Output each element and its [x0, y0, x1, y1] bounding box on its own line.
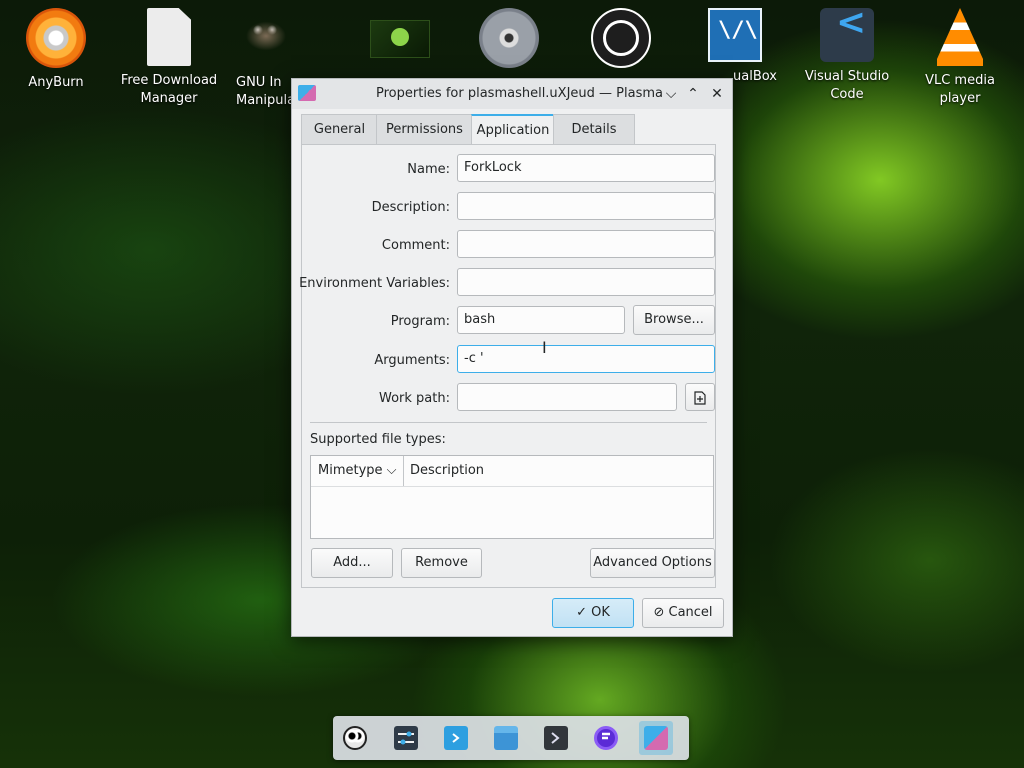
free-download-manager-icon [147, 8, 191, 66]
vlc-icon [937, 8, 983, 66]
obs-studio-icon [591, 8, 651, 68]
work-path-browse-button[interactable] [685, 383, 715, 411]
maximize-button[interactable]: ⌃ [684, 85, 702, 103]
close-button[interactable]: ✕ [708, 85, 726, 103]
arguments-label: Arguments: [374, 353, 450, 368]
desktop-icon-vlc[interactable]: VLC media player [904, 8, 1016, 108]
supported-file-types-label: Supported file types: [310, 432, 446, 447]
desktop-icon-vscode[interactable]: Visual StudioCode [791, 8, 903, 104]
environment-variables-label: Environment Variables: [299, 276, 450, 291]
file-types-table[interactable]: Mimetype ⌵ Description [310, 455, 714, 539]
taskbar-item-terminal[interactable] [539, 721, 573, 755]
desktop-icon-label: Free Download Manager [120, 73, 218, 106]
tab-application[interactable]: Application [471, 114, 555, 146]
discover-store-icon [444, 726, 468, 750]
name-field[interactable]: ForkLock [457, 154, 715, 182]
properties-dialog: Properties for plasmashell.uXJeud — Plas… [291, 78, 733, 637]
linux-mint-icon [370, 20, 430, 58]
browse-button[interactable]: Browse... [633, 305, 715, 335]
header-divider [311, 486, 713, 487]
column-header-mimetype[interactable]: Mimetype ⌵ [318, 456, 397, 486]
taskbar-item-system-settings[interactable] [389, 721, 423, 755]
desktop-icon-virtualbox[interactable]: ualBox [679, 8, 791, 86]
tab-general[interactable]: General [301, 114, 378, 144]
anyburn-icon [26, 8, 86, 68]
desktop-icon-free-download-manager[interactable]: Free Download Manager [113, 8, 225, 108]
desktop-icon-label: Visual Studio Code [804, 69, 890, 102]
plasma-properties-icon [644, 726, 668, 750]
tab-details[interactable]: Details [553, 114, 635, 144]
arguments-field[interactable]: -c ' [457, 345, 715, 373]
desktop-icon-linux-mint[interactable] [345, 8, 455, 64]
environment-variables-field[interactable] [457, 268, 715, 296]
vscode-icon [820, 8, 874, 62]
taskbar-item-discover[interactable] [439, 721, 473, 755]
plasma-app-icon [298, 85, 316, 101]
name-label: Name: [407, 162, 450, 177]
cancel-icon: ⊘ [653, 605, 665, 620]
desktop-icon-label: VLC media player [925, 73, 995, 106]
cancel-button[interactable]: ⊘ Cancel [642, 598, 724, 628]
taskbar-item-file-manager[interactable] [489, 721, 523, 755]
checkmark-icon: ✓ [576, 605, 587, 620]
taskbar-item-browser[interactable] [589, 721, 623, 755]
comment-label: Comment: [381, 238, 450, 253]
tab-bar: General Permissions Application Details [301, 114, 711, 146]
tab-permissions[interactable]: Permissions [376, 114, 473, 144]
dialog-titlebar[interactable]: Properties for plasmashell.uXJeud — Plas… [292, 79, 732, 109]
advanced-options-button[interactable]: Advanced Options [590, 548, 715, 578]
work-path-label: Work path: [379, 391, 450, 406]
dialog-title: Properties for plasmashell.uXJeud — Plas… [376, 86, 663, 101]
system-settings-icon [394, 726, 418, 750]
ok-button[interactable]: ✓ OK [552, 598, 634, 628]
application-tab-panel: Name: ForkLock Description: Comment: Env… [299, 144, 716, 588]
virtualbox-icon [708, 8, 762, 62]
desktop-icon-label: AnyBurn [28, 75, 84, 90]
taskbar-item-panda[interactable] [338, 721, 372, 755]
add-button[interactable]: Add... [311, 548, 393, 578]
comment-field[interactable] [457, 230, 715, 258]
program-label: Program: [390, 314, 450, 329]
firefox-like-icon [594, 726, 618, 750]
work-path-field[interactable] [457, 383, 677, 411]
terminal-icon [544, 726, 568, 750]
chevron-down-icon: ⌵ [386, 463, 397, 478]
text-cursor-icon: I [542, 338, 547, 358]
desktop-icon-cd[interactable] [453, 8, 565, 74]
taskbar [333, 716, 689, 760]
file-manager-icon [494, 726, 518, 750]
cd-disc-icon [479, 8, 539, 68]
description-label: Description: [371, 200, 450, 215]
desktop-icon-obs[interactable] [565, 8, 677, 74]
panda-avatar-icon [343, 726, 367, 750]
column-separator [403, 456, 404, 486]
taskbar-item-plasma-properties[interactable] [639, 721, 673, 755]
section-divider [310, 422, 707, 423]
description-field[interactable] [457, 192, 715, 220]
remove-button[interactable]: Remove [401, 548, 482, 578]
minimize-button[interactable]: ⌵ [662, 85, 680, 103]
program-field[interactable]: bash [457, 306, 625, 334]
document-icon [694, 391, 706, 405]
column-header-description[interactable]: Description [410, 456, 484, 486]
gimp-icon [236, 8, 296, 68]
desktop-icon-anyburn[interactable]: AnyBurn [0, 8, 112, 92]
